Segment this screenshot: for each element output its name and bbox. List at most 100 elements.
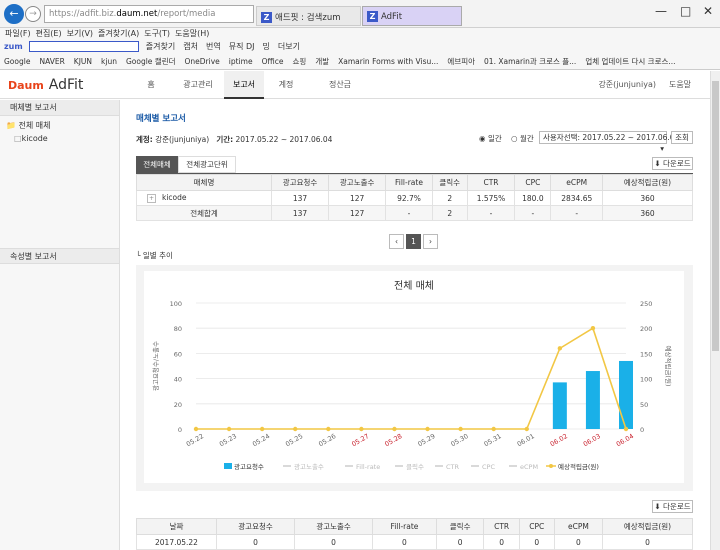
tree-root[interactable]: 📁 전체 매체 [0, 116, 119, 131]
expand-icon[interactable]: + [147, 194, 156, 203]
bar-06.04 [619, 360, 633, 429]
x-tick-05.28: 05.28 [383, 432, 403, 448]
point-05.30 [458, 426, 463, 432]
x-tick-06.02: 06.02 [549, 432, 569, 448]
nav-account[interactable]: 계정 [268, 71, 304, 99]
sidebar: 매체별 보고서 📁 전체 매체 □kicode 속성별 보고서 [0, 100, 120, 550]
prev-page-button[interactable]: ‹ [389, 234, 404, 249]
point-06.04 [623, 426, 629, 432]
menu-bar: 파일(F) 편집(E) 보기(V) 즐겨찾기(A) 도구(T) 도움말(H) [0, 28, 720, 41]
menu-help[interactable]: 도움말(H) [175, 29, 209, 38]
nav-report[interactable]: 보고서 [224, 71, 264, 99]
fav-update[interactable]: 업체 업데이트 다시 크로스... [585, 57, 675, 66]
browser-tab-adfit[interactable]: Z AdFit [362, 6, 462, 26]
page-1-button[interactable]: 1 [406, 234, 421, 249]
adfit-logo[interactable]: Daum AdFit [8, 77, 83, 93]
fav-xamarin2[interactable]: 01. Xamarin과 크로스 플... [484, 57, 576, 66]
download-button[interactable]: ⬇ 다운로드 [652, 157, 693, 170]
fav-naver[interactable]: NAVER [39, 57, 64, 66]
download-button-2[interactable]: ⬇ 다운로드 [652, 500, 693, 513]
zum-translate[interactable]: 번역 [206, 42, 221, 51]
tab-ad-unit[interactable]: 전체광고단위 [178, 156, 236, 173]
x-tick-06.01: 06.01 [516, 432, 536, 448]
url-domain: daum.net [116, 9, 158, 19]
legend-item: 광고요청수 [234, 463, 264, 471]
zum-icon: Z [261, 12, 272, 23]
nav-settlement[interactable]: 정산금 [318, 71, 362, 99]
fav-kjun[interactable]: KJUN [74, 57, 92, 66]
help-link[interactable]: 도움말 [660, 71, 700, 99]
maximize-icon[interactable]: □ [680, 4, 691, 18]
fav-google[interactable]: Google [4, 57, 30, 66]
fav-office[interactable]: Office [262, 57, 284, 66]
x-tick-06.04: 06.04 [615, 432, 635, 448]
x-tick-05.26: 05.26 [317, 432, 337, 448]
next-page-button[interactable]: › [423, 234, 438, 249]
radio-monthly[interactable]: ○ 월간 [511, 133, 534, 144]
tree-child[interactable]: □kicode [0, 131, 119, 143]
zum-favorites[interactable]: 즐겨찾기 [146, 42, 175, 51]
bar-06.03 [585, 371, 600, 429]
sidebar-attr-report[interactable]: 속성별 보고서 [0, 248, 119, 264]
col-fillrate: Fill-rate [385, 174, 433, 191]
fav-shopping[interactable]: 쇼핑 [293, 57, 307, 66]
sidebar-media-report[interactable]: 매체별 보고서 [0, 100, 119, 116]
zum-mim[interactable]: 밍 [263, 42, 270, 51]
legend-item: CPC [482, 463, 495, 471]
menu-edit[interactable]: 편집(E) [36, 29, 62, 38]
user-menu[interactable]: 강준(junjuniya) [590, 71, 656, 99]
fav-dev[interactable]: 개발 [315, 57, 329, 66]
address-bar[interactable]: https://adfit.biz.daum.net/report/media [44, 5, 254, 23]
bar-06.02 [552, 382, 567, 429]
nav-home[interactable]: 홈 [130, 71, 172, 99]
menu-file[interactable]: 파일(F) [5, 29, 31, 38]
zum-search-input[interactable] [29, 41, 140, 52]
url-prefix: https://adfit.biz. [49, 9, 117, 19]
fav-onedrive[interactable]: OneDrive [185, 57, 220, 66]
legend-item: eCPM [520, 463, 538, 471]
folder-icon: 📁 [6, 121, 16, 130]
trend-label: └ 일별 추이 [136, 251, 173, 260]
y-tick-left: 100 [170, 300, 182, 308]
period-select[interactable]: 사용자선택: 2017.05.22 ~ 2017.06.04 ▾ [539, 131, 679, 153]
page-scrollbar[interactable] [710, 71, 720, 550]
close-icon[interactable]: ✕ [703, 4, 713, 18]
search-button[interactable]: 조회 [671, 131, 693, 144]
zum-more[interactable]: 더보기 [278, 42, 300, 51]
x-tick-05.31: 05.31 [483, 432, 503, 448]
col-clicks: 클릭수 [431, 174, 468, 191]
x-tick-06.03: 06.03 [582, 432, 602, 448]
y-axis-left-label: 광고요청수/노출수 [151, 341, 160, 391]
daily-table: 날짜 광고요청수 광고노출수 Fill-rate 클릭수 CTR CPC eCPM 예상적립금(… [136, 518, 693, 550]
fav-evpia[interactable]: 에브피아 [447, 57, 475, 66]
chart-title: 전체 매체 [394, 280, 434, 292]
radio-daily[interactable]: ◉ 일간 [479, 133, 502, 144]
point-05.27 [359, 426, 364, 432]
zum-capture[interactable]: 캡처 [183, 42, 198, 51]
fav-xamarin[interactable]: Xamarin Forms with Visu... [338, 57, 438, 66]
col-cpc: CPC [514, 174, 552, 191]
zum-music[interactable]: 뮤직 DJ [229, 42, 255, 51]
forward-button[interactable]: → [25, 6, 41, 22]
minimize-icon[interactable]: — [655, 4, 667, 18]
point-05.26 [326, 426, 331, 432]
report-summary: 계정: 강준(junjuniya) 기간: 2017.05.22 ~ 2017.… [136, 135, 333, 144]
point-05.22 [193, 426, 199, 432]
x-tick-05.24: 05.24 [251, 432, 271, 448]
fav-calendar[interactable]: Google 캘린더 [126, 57, 176, 66]
nav-ad-manage[interactable]: 광고관리 [172, 71, 224, 99]
col-ctr: CTR [466, 174, 516, 191]
browser-tab-search[interactable]: Z 애드핏 : 검색zum [256, 6, 361, 26]
menu-tools[interactable]: 도구(T) [144, 29, 170, 38]
page-title: 매체별 보고서 [136, 114, 186, 124]
back-button[interactable]: ← [4, 4, 24, 24]
x-tick-05.29: 05.29 [416, 432, 436, 448]
menu-favorites[interactable]: 즐겨찾기(A) [98, 29, 139, 38]
tab-all-media[interactable]: 전체매체 [136, 156, 178, 173]
fav-iptime[interactable]: iptime [229, 57, 253, 66]
y-tick-right: 0 [640, 426, 644, 434]
file-icon: □ [14, 134, 22, 143]
menu-view[interactable]: 보기(V) [67, 29, 93, 38]
scrollbar-thumb[interactable] [712, 81, 719, 351]
fav-kjun2[interactable]: kjun [101, 57, 117, 66]
